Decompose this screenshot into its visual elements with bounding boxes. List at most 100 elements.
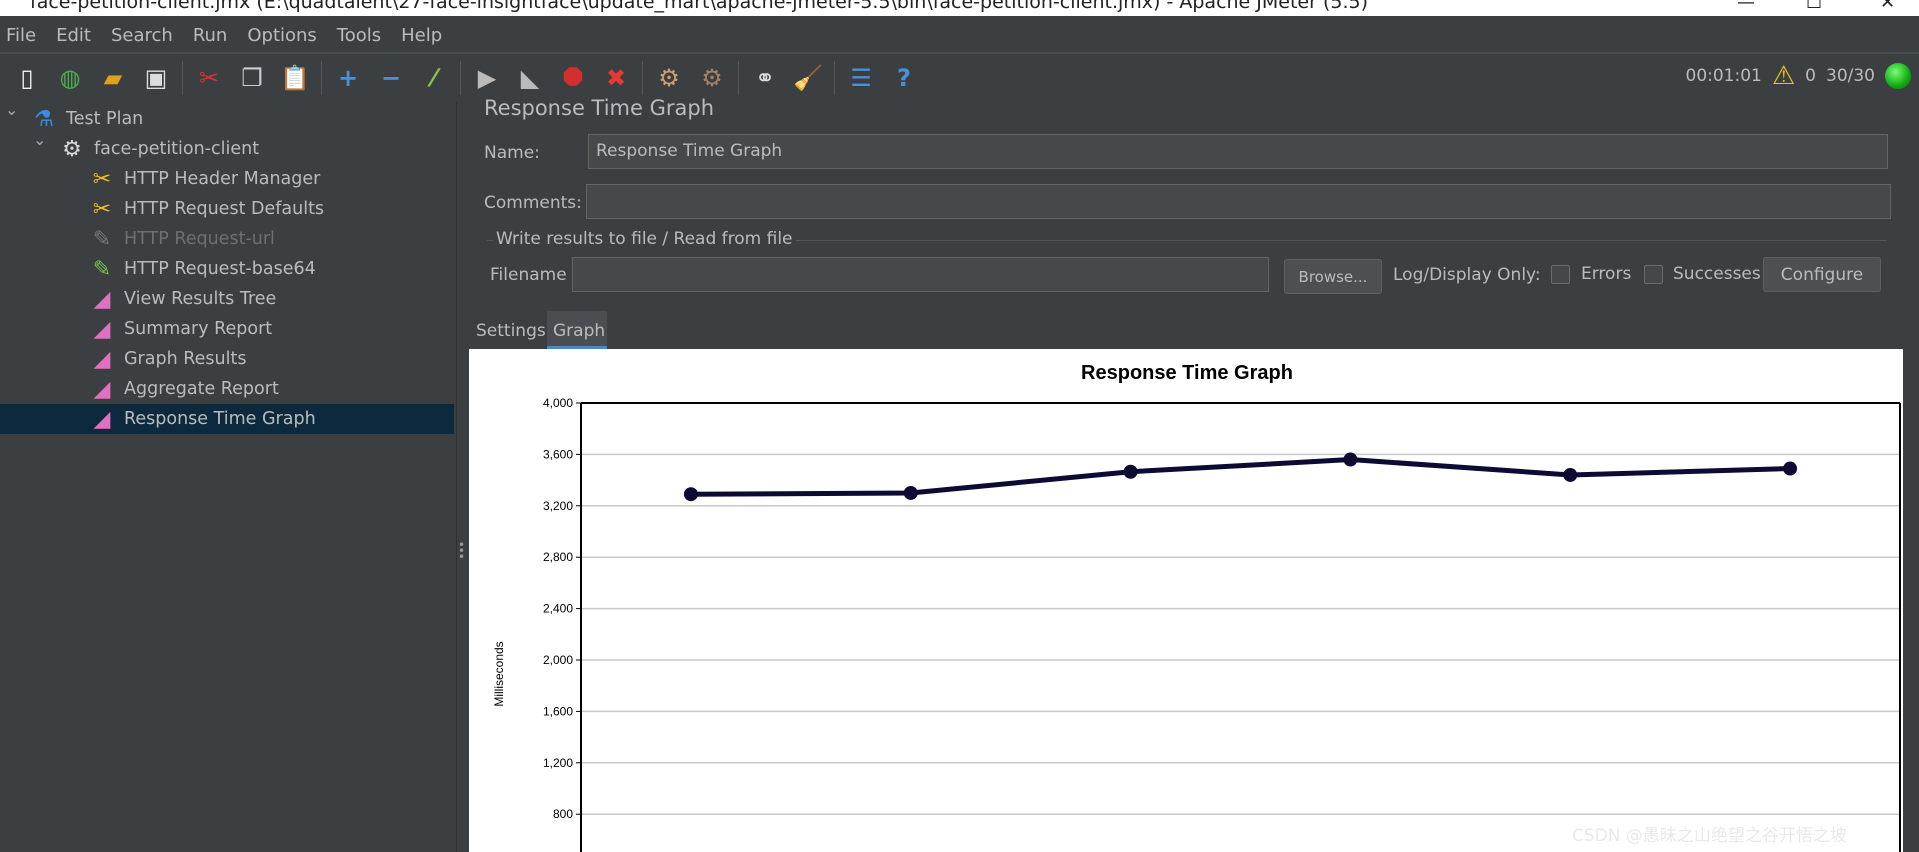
y-axis-label: Milliseconds [492, 641, 506, 706]
chevron-down-icon[interactable]: ⌄ [5, 100, 18, 119]
graph-icon: ◢ [93, 406, 111, 432]
tree-item-label: HTTP Request-base64 [124, 259, 316, 279]
tree-item-label: View Results Tree [124, 289, 277, 309]
tree-item[interactable]: ⚗ Test Plan [0, 104, 143, 134]
gear-icon: ⚙ [62, 136, 82, 162]
y-tick-label: 1,200 [543, 756, 573, 770]
toolbar-separator [834, 61, 835, 95]
menu-file[interactable]: File [6, 25, 36, 46]
elapsed-time: 00:01:01 [1685, 66, 1762, 86]
toolbar-separator [642, 61, 643, 95]
toolbar-separator [321, 61, 322, 95]
running-indicator-icon [1885, 63, 1911, 89]
tools-icon: ✂ [92, 196, 112, 222]
y-tick-label: 3,200 [543, 499, 573, 513]
y-tick-label: 2,800 [543, 550, 573, 564]
comments-input[interactable] [586, 184, 1891, 219]
stop-icon[interactable]: ⯃ [556, 61, 590, 95]
start-no-pauses-icon[interactable]: ◣ [513, 61, 547, 95]
new-icon[interactable]: ▯ [10, 61, 44, 95]
menu-help[interactable]: Help [401, 25, 442, 46]
tree-item[interactable]: ◢ Response Time Graph [0, 404, 454, 434]
comments-label: Comments: [484, 193, 582, 213]
chevron-down-icon[interactable]: ⌄ [33, 130, 46, 149]
tree-item-label: Aggregate Report [124, 379, 279, 399]
menu-tools[interactable]: Tools [337, 25, 381, 46]
y-tick-label: 3,600 [543, 447, 573, 461]
tree-item[interactable]: ✂ HTTP Header Manager [0, 164, 321, 194]
data-point [683, 487, 698, 502]
menu-options[interactable]: Options [247, 25, 316, 46]
templates-icon[interactable]: ◍ [53, 61, 87, 95]
window-title: face-petition-client.jmx (E:\quadtalent\… [30, 0, 1369, 13]
cut-icon[interactable]: ✂ [192, 61, 226, 95]
browse-button[interactable]: Browse... [1284, 259, 1382, 294]
start-icon[interactable]: ▶ [470, 61, 504, 95]
title-bar: face-petition-client.jmx (E:\quadtalent\… [0, 0, 1919, 16]
successes-checkbox[interactable] [1644, 265, 1663, 284]
name-label: Name: [484, 143, 540, 163]
tree-item-label: Response Time Graph [124, 409, 316, 429]
menu-run[interactable]: Run [193, 25, 228, 46]
tree-item[interactable]: ◢ Summary Report [0, 314, 273, 344]
tree-item[interactable]: ✂ HTTP Request Defaults [0, 194, 324, 224]
warning-count: 0 [1805, 66, 1816, 86]
clear-icon[interactable]: ⚙ [652, 61, 686, 95]
menu-edit[interactable]: Edit [56, 25, 91, 46]
errors-checkbox[interactable] [1551, 265, 1570, 284]
menu-search[interactable]: Search [111, 25, 173, 46]
reset-search-icon[interactable]: 🧹 [791, 61, 825, 95]
filename-input[interactable] [572, 257, 1269, 292]
configure-button[interactable]: Configure [1763, 257, 1881, 292]
tree-item[interactable]: ◢ View Results Tree [0, 284, 277, 314]
maximize-button[interactable]: ☐ [1806, 0, 1822, 13]
collapse-icon[interactable]: − [374, 61, 408, 95]
data-point [1343, 452, 1358, 467]
save-icon[interactable]: ▣ [139, 61, 173, 95]
help-icon[interactable]: ? [887, 61, 921, 95]
tab-graph[interactable]: Graph [547, 311, 607, 349]
log-display-label: Log/Display Only: [1393, 265, 1541, 285]
pipette-icon: ✎ [92, 256, 112, 282]
tree-item[interactable]: ✎ HTTP Request-url [0, 224, 275, 254]
y-tick-label: 2,400 [543, 602, 573, 616]
filename-label: Filename [490, 265, 567, 285]
graph-icon: ◢ [93, 346, 111, 372]
response-time-chart: Response Time Graph 800 1,200 1,600 2,000 2,4… [469, 349, 1903, 852]
paste-icon[interactable]: 📋 [278, 61, 312, 95]
data-point [1123, 464, 1138, 479]
tree-item[interactable]: ◢ Aggregate Report [0, 374, 279, 404]
tree-item-label: HTTP Request Defaults [124, 199, 325, 219]
vertical-scrollbar[interactable] [1903, 102, 1919, 852]
warning-icon[interactable]: ⚠ [1772, 61, 1795, 91]
toolbar-separator [182, 61, 183, 95]
watermark: CSDN @愚昧之山绝望之谷开悟之坡 [1572, 826, 1847, 846]
toolbar: ▯ ◍ ▰ ▣ ✂ ❐ 📋 + − ⁄ ▶ ◣ ⯃ ✖ ⚙ ⚙ ⚭ 🧹 ☰? [0, 52, 1919, 102]
name-input[interactable]: Response Time Graph [588, 134, 1888, 169]
tab-settings[interactable]: Settings [476, 321, 546, 341]
y-tick-label: 2,000 [543, 653, 573, 667]
copy-icon[interactable]: ❐ [235, 61, 269, 95]
tree-item[interactable]: ✎ HTTP Request-base64 [0, 254, 316, 284]
shutdown-icon[interactable]: ✖ [599, 61, 633, 95]
expand-icon[interactable]: + [331, 61, 365, 95]
main-panel: Response Time Graph Name: Response Time … [469, 96, 1903, 349]
series-line [690, 457, 1791, 497]
open-icon[interactable]: ▰ [96, 61, 130, 95]
data-point [1783, 461, 1798, 476]
y-tick-label: 1,600 [543, 704, 573, 718]
tree-item-label: Summary Report [124, 319, 273, 339]
tools-icon: ✂ [92, 166, 112, 192]
graph-icon: ◢ [93, 376, 111, 402]
splitter-handle[interactable]: • • • [456, 102, 468, 852]
toggle-icon[interactable]: ⁄ [417, 61, 451, 95]
tree-item-label: Graph Results [124, 349, 247, 369]
successes-label: Successes [1673, 264, 1761, 284]
close-button[interactable]: ✕ [1880, 0, 1895, 13]
clear-all-icon[interactable]: ⚙ [695, 61, 729, 95]
function-helper-icon[interactable]: ☰ [844, 61, 878, 95]
minimize-button[interactable]: — [1737, 0, 1755, 13]
search-icon[interactable]: ⚭ [748, 61, 782, 95]
tree-item[interactable]: ◢ Graph Results [0, 344, 247, 374]
tree-item-label: Test Plan [66, 109, 144, 129]
